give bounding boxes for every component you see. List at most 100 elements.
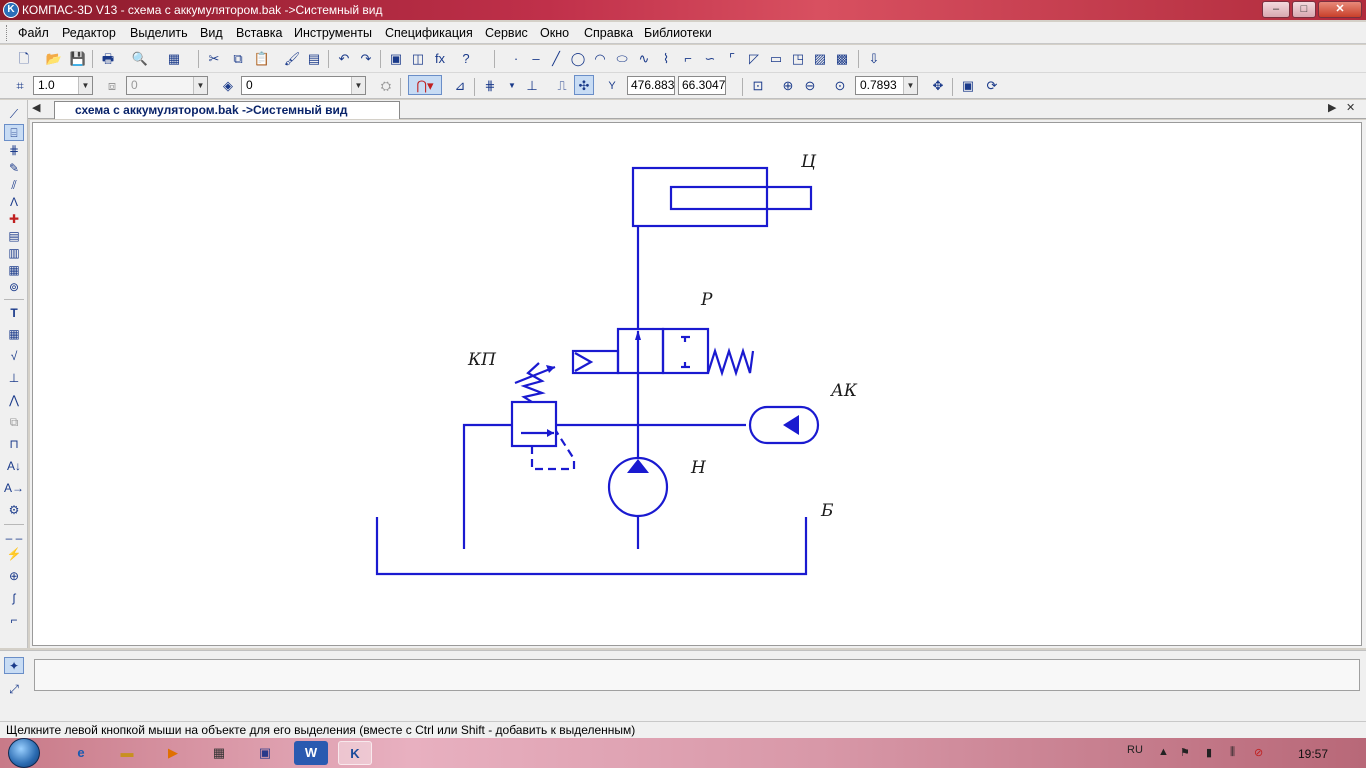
- tab-document[interactable]: схема с аккумулятором.bak ->Системный ви…: [54, 101, 400, 119]
- arc-icon[interactable]: ◠: [590, 49, 610, 69]
- network-icon[interactable]: ⫼: [1230, 746, 1235, 759]
- stop-command-icon[interactable]: ⤢: [4, 681, 24, 698]
- arrow-view-icon[interactable]: A→: [4, 480, 24, 497]
- kompas-task-icon[interactable]: K: [338, 741, 372, 765]
- hatch-icon[interactable]: ▨: [810, 49, 830, 69]
- drawing-canvas[interactable]: Ц Р КП АК Н Б: [32, 122, 1362, 646]
- leader-icon[interactable]: ⋀: [4, 392, 24, 409]
- break-icon[interactable]: ⚡: [4, 546, 24, 563]
- refresh-icon[interactable]: ⟳: [982, 76, 1002, 96]
- menu-libraries[interactable]: Библиотеки: [644, 26, 712, 40]
- geometry-icon[interactable]: ⟋: [4, 106, 24, 123]
- dimensions-icon[interactable]: ⌸: [4, 124, 24, 141]
- coord-x-field[interactable]: 476.883: [627, 76, 675, 95]
- zoom-in-icon[interactable]: ⊕: [778, 76, 798, 96]
- measure-icon[interactable]: Λ: [4, 194, 24, 211]
- base-icon[interactable]: ⊥: [4, 370, 24, 387]
- roughness-icon[interactable]: √: [4, 348, 24, 365]
- parametrization-icon[interactable]: ⫽: [4, 177, 24, 194]
- equidistant-icon[interactable]: ⌇: [656, 49, 676, 69]
- word-icon[interactable]: W: [294, 741, 328, 765]
- segment-icon[interactable]: ╱: [546, 49, 566, 69]
- menu-file[interactable]: Файл: [18, 26, 49, 40]
- ellipse-icon[interactable]: ⬭: [612, 49, 632, 69]
- spec-icon[interactable]: ▥: [4, 245, 24, 262]
- grid-icon[interactable]: ⋕: [480, 76, 500, 96]
- save-icon[interactable]: 💾: [68, 49, 88, 69]
- menu-grip[interactable]: [6, 25, 9, 41]
- new-document-icon[interactable]: 🗋: [14, 49, 34, 69]
- preview-icon[interactable]: 🔍: [130, 49, 150, 69]
- kompas-logo-icon[interactable]: K: [3, 2, 19, 18]
- fill-icon[interactable]: ▩: [832, 49, 852, 69]
- tab-scroll-right-icon[interactable]: ▶: [1328, 101, 1336, 114]
- clock[interactable]: 19:57: [1298, 747, 1328, 761]
- table-icon[interactable]: ▦: [4, 326, 24, 343]
- pan-icon[interactable]: ✥: [928, 76, 948, 96]
- library-icon[interactable]: ◫: [408, 49, 428, 69]
- coord-y-field[interactable]: 66.3047: [678, 76, 726, 95]
- chevron-down-icon[interactable]: ▼: [193, 77, 207, 94]
- zoom-window-icon[interactable]: ⊡: [748, 76, 768, 96]
- zoom-out-icon[interactable]: ⊖: [800, 76, 820, 96]
- export-icon[interactable]: ⇩: [864, 49, 884, 69]
- redo-icon[interactable]: ↷: [356, 49, 376, 69]
- tolerance-icon[interactable]: ⧉: [4, 414, 24, 431]
- menu-insert[interactable]: Вставка: [236, 26, 282, 40]
- ie-icon[interactable]: e: [64, 741, 98, 765]
- save-disk-icon[interactable]: ▣: [248, 741, 282, 765]
- menu-help[interactable]: Справка: [584, 26, 633, 40]
- menu-editor[interactable]: Редактор: [62, 26, 116, 40]
- manager-icon[interactable]: ▣: [386, 49, 406, 69]
- language-indicator[interactable]: RU: [1127, 744, 1143, 756]
- wave-line-icon[interactable]: ʃ: [4, 590, 24, 607]
- zoom-scale-icon[interactable]: ⊙: [830, 76, 850, 96]
- hook-line-icon[interactable]: ⌐: [4, 612, 24, 629]
- calculator-icon[interactable]: ▦: [202, 741, 236, 765]
- ortho-icon[interactable]: ⊿: [450, 76, 470, 96]
- print-icon[interactable]: 🖶: [98, 49, 118, 69]
- menu-view[interactable]: Вид: [200, 26, 223, 40]
- contour-icon[interactable]: ◳: [788, 49, 808, 69]
- symbols-icon[interactable]: ⋕: [4, 142, 24, 159]
- style-combo[interactable]: 0 ▼: [241, 76, 366, 95]
- report-icon[interactable]: ▦: [4, 262, 24, 279]
- tab-scroll-left-icon[interactable]: ◀: [32, 101, 40, 114]
- menu-specification[interactable]: Спецификация: [385, 26, 473, 40]
- select-icon[interactable]: ✚: [4, 211, 24, 228]
- auxiliary-line-icon[interactable]: ‒: [526, 49, 546, 69]
- chevron-down-icon[interactable]: ▼: [903, 77, 917, 94]
- frame-icon[interactable]: ⊓: [4, 436, 24, 453]
- tab-close-icon[interactable]: ✕: [1346, 101, 1355, 114]
- show-all-icon[interactable]: ▣: [958, 76, 978, 96]
- edit-icon[interactable]: ✎: [4, 160, 24, 177]
- volume-mute-icon[interactable]: ⊘: [1254, 746, 1263, 759]
- battery-icon[interactable]: ▮: [1206, 746, 1212, 759]
- chamfer-icon[interactable]: ◸: [744, 49, 764, 69]
- start-button[interactable]: [8, 738, 40, 768]
- text-icon[interactable]: T: [4, 305, 24, 322]
- properties-icon[interactable]: ▦: [164, 49, 184, 69]
- cursor-icon[interactable]: ✣: [574, 75, 594, 95]
- chevron-down-icon[interactable]: ▼: [78, 77, 92, 94]
- minimize-button[interactable]: –: [1262, 1, 1290, 18]
- rectangle-icon[interactable]: ▭: [766, 49, 786, 69]
- position-icon[interactable]: ⚙: [4, 502, 24, 519]
- insert-icon[interactable]: ⊚: [4, 279, 24, 296]
- media-player-icon[interactable]: ▶: [156, 741, 190, 765]
- menu-tools[interactable]: Инструменты: [294, 26, 372, 40]
- copy-icon[interactable]: ⧉: [228, 49, 248, 69]
- round-icon[interactable]: ⎍: [552, 76, 572, 96]
- snap-magnet-icon[interactable]: ⋂▾: [408, 75, 442, 95]
- fillet-icon[interactable]: ⌜: [722, 49, 742, 69]
- flag-icon[interactable]: ⚑: [1180, 746, 1190, 759]
- layer-state-combo[interactable]: 0 ▼: [126, 76, 208, 95]
- spline-icon[interactable]: ∿: [634, 49, 654, 69]
- tray-expand-icon[interactable]: ▲: [1158, 746, 1169, 758]
- explorer-icon[interactable]: ▬: [110, 741, 144, 765]
- help-pointer-icon[interactable]: ?: [456, 49, 476, 69]
- center-mark-icon[interactable]: ⊕: [4, 568, 24, 585]
- variables-icon[interactable]: fx: [430, 49, 450, 69]
- undo-icon[interactable]: ↶: [334, 49, 354, 69]
- menu-service[interactable]: Сервис: [485, 26, 528, 40]
